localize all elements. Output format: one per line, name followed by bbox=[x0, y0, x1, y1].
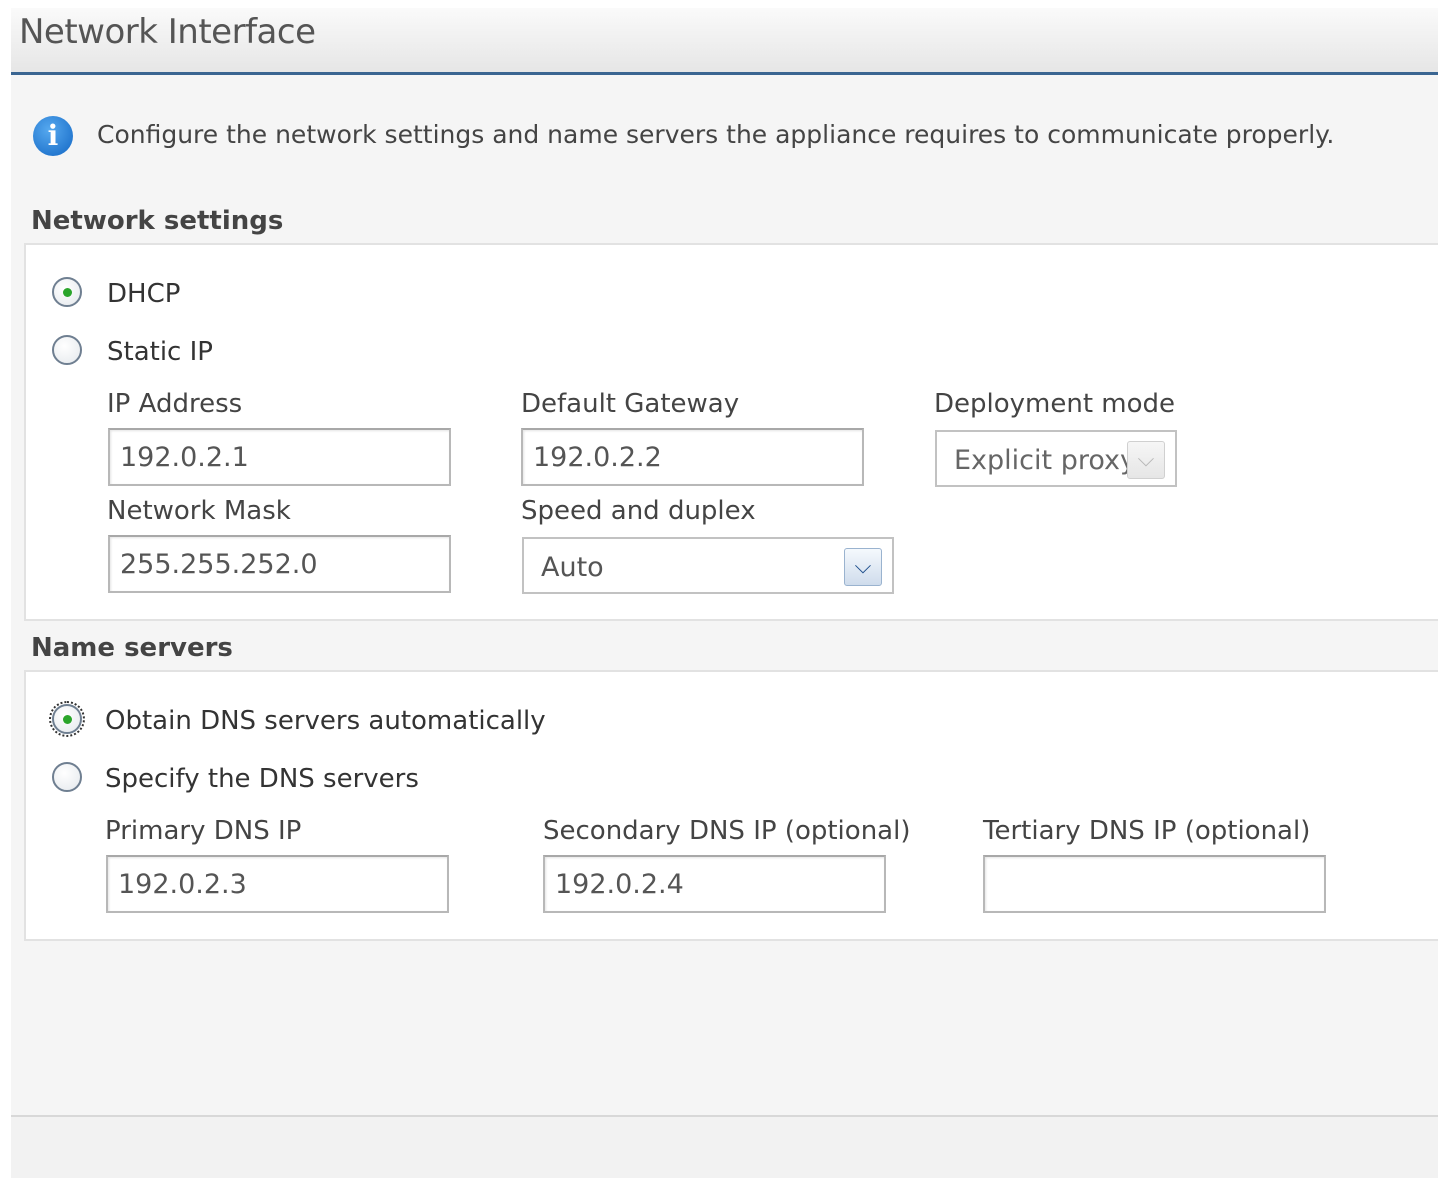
tertiary-dns-label: Tertiary DNS IP (optional) bbox=[983, 816, 1311, 846]
static-ip-label[interactable]: Static IP bbox=[107, 337, 213, 367]
static-ip-radio[interactable] bbox=[52, 335, 82, 365]
speed-duplex-label: Speed and duplex bbox=[521, 496, 756, 526]
specify-dns-label[interactable]: Specify the DNS servers bbox=[105, 764, 419, 794]
deployment-mode-select: Explicit proxy ⌵ bbox=[935, 430, 1177, 487]
obtain-dns-auto-radio[interactable] bbox=[49, 701, 85, 737]
name-servers-heading: Name servers bbox=[31, 633, 233, 663]
primary-dns-label: Primary DNS IP bbox=[105, 816, 302, 846]
network-mask-input[interactable]: 255.255.252.0 bbox=[108, 535, 451, 593]
deployment-mode-value: Explicit proxy bbox=[954, 445, 1136, 476]
primary-dns-input[interactable]: 192.0.2.3 bbox=[106, 855, 449, 913]
chevron-down-icon[interactable]: ⌵ bbox=[844, 548, 882, 586]
info-icon: i bbox=[33, 116, 73, 156]
deployment-mode-label: Deployment mode bbox=[934, 389, 1176, 419]
network-mask-label: Network Mask bbox=[107, 496, 291, 526]
tertiary-dns-input[interactable] bbox=[983, 855, 1326, 913]
secondary-dns-input[interactable]: 192.0.2.4 bbox=[543, 855, 886, 913]
ip-address-input[interactable]: 192.0.2.1 bbox=[108, 428, 451, 486]
network-settings-heading: Network settings bbox=[31, 206, 284, 236]
default-gateway-input[interactable]: 192.0.2.2 bbox=[521, 428, 864, 486]
page-title: Network Interface bbox=[19, 12, 316, 52]
chevron-down-icon: ⌵ bbox=[1127, 441, 1165, 479]
speed-duplex-select[interactable]: Auto ⌵ bbox=[522, 537, 894, 594]
info-message: Configure the network settings and name … bbox=[97, 120, 1335, 149]
specify-dns-radio[interactable] bbox=[52, 762, 82, 792]
dhcp-label[interactable]: DHCP bbox=[107, 279, 180, 309]
ip-address-label: IP Address bbox=[107, 389, 243, 419]
secondary-dns-label: Secondary DNS IP (optional) bbox=[543, 816, 911, 846]
default-gateway-label: Default Gateway bbox=[521, 389, 740, 419]
obtain-dns-auto-label[interactable]: Obtain DNS servers automatically bbox=[105, 706, 546, 736]
footer-bar bbox=[11, 1115, 1438, 1178]
dhcp-radio[interactable] bbox=[52, 277, 82, 307]
speed-duplex-value: Auto bbox=[541, 552, 604, 583]
